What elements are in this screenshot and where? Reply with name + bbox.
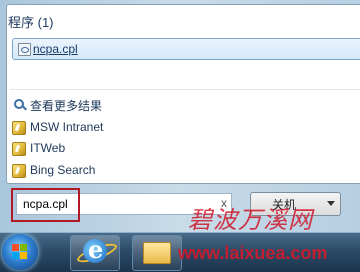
result-label[interactable]: ncpa.cpl: [33, 42, 78, 56]
control-panel-icon: [18, 43, 31, 56]
windows-logo-icon: [12, 244, 28, 260]
section-title-programs: 程序 (1): [8, 15, 54, 30]
link-label: 查看更多结果: [30, 99, 103, 113]
folder-icon: [143, 242, 171, 264]
shutdown-options-chevron-icon[interactable]: [322, 192, 341, 216]
watermark-url: www.laixuea.com: [178, 243, 328, 263]
watermark-chinese: 碧波万溪网: [188, 206, 313, 234]
link-label: ITWeb: [30, 141, 66, 155]
link-label: MSW Intranet: [30, 120, 104, 134]
search-icon: [14, 99, 24, 109]
network-link-icon: [12, 121, 26, 135]
start-menu-results-panel: [6, 4, 360, 184]
link-label: Bing Search: [30, 163, 96, 177]
network-link-icon: [12, 164, 26, 178]
separator: [10, 89, 360, 90]
internet-explorer-icon: [83, 235, 107, 264]
network-link-icon: [12, 142, 26, 156]
annotation-highlight-box: [11, 188, 80, 222]
